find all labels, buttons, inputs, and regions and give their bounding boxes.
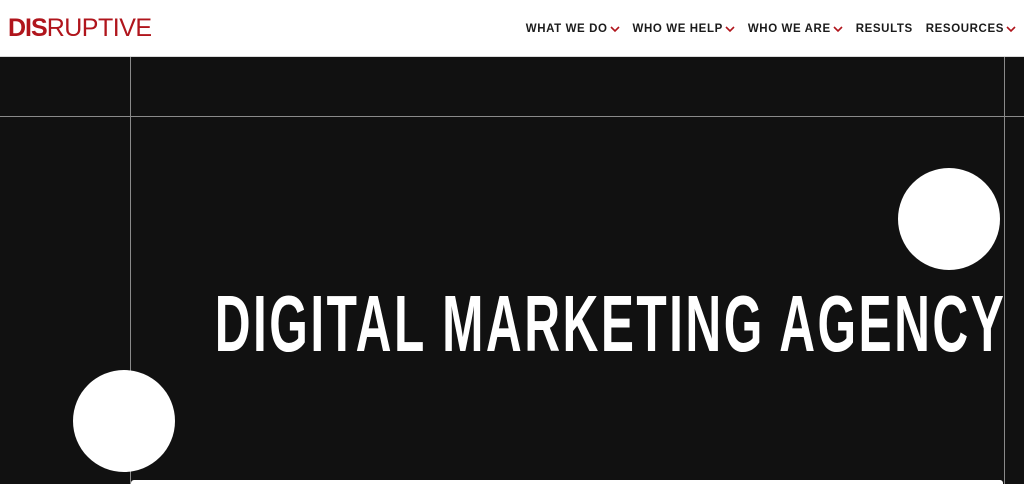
main-nav: WHAT WE DO WHO WE HELP WHO WE ARE RESULT…	[513, 0, 1016, 57]
nav-resources[interactable]: RESOURCES	[926, 23, 1016, 35]
decorative-circle-top-right	[898, 168, 1000, 270]
site-header: DISRUPTIVE WHAT WE DO WHO WE HELP WHO WE…	[0, 0, 1024, 57]
grid-line-horizontal	[0, 116, 1024, 117]
chevron-down-icon	[725, 25, 735, 32]
chevron-down-icon	[1006, 25, 1016, 32]
nav-item-label: RESOURCES	[925, 22, 1004, 35]
nav-what-we-do[interactable]: WHAT WE DO	[526, 23, 620, 35]
nav-item-label: WHO WE ARE	[747, 22, 831, 35]
content-card-top-edge	[131, 480, 1003, 484]
chevron-down-icon	[833, 25, 843, 32]
logo-bold-part: DIS	[8, 14, 48, 42]
nav-item-label: WHO WE HELP	[632, 22, 723, 35]
hero-headline: DIGITAL MARKETING AGENCY	[214, 279, 1007, 368]
nav-item-label: WHAT WE DO	[525, 22, 608, 35]
decorative-circle-bottom-left	[73, 370, 175, 472]
logo-thin-part: RUPTIVE	[46, 14, 152, 42]
nav-who-we-are[interactable]: WHO WE ARE	[748, 23, 843, 35]
nav-who-we-help[interactable]: WHO WE HELP	[633, 23, 735, 35]
disruptive-logo[interactable]: DISRUPTIVE	[8, 14, 152, 42]
grid-line-vertical-right	[1004, 57, 1005, 484]
hero-section: DIGITAL MARKETING AGENCY	[0, 57, 1024, 484]
nav-results[interactable]: RESULTS	[856, 23, 913, 35]
nav-item-label: RESULTS	[855, 22, 913, 35]
chevron-down-icon	[609, 25, 620, 32]
